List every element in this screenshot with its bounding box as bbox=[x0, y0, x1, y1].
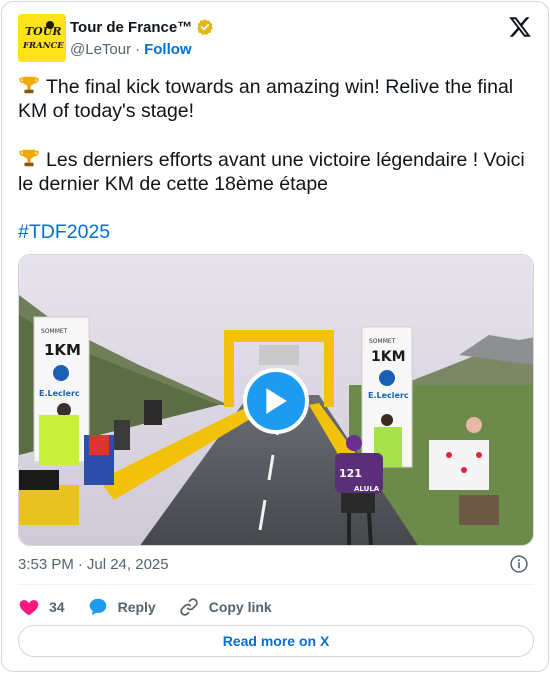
copy-link-label: Copy link bbox=[208, 599, 272, 615]
divider bbox=[18, 584, 534, 585]
reply-button[interactable]: Reply bbox=[87, 596, 156, 618]
tweet-text: The final kick towards an amazing win! R… bbox=[18, 74, 534, 244]
tweet-actions: 34 Reply Copy link bbox=[18, 594, 294, 620]
trophy-icon bbox=[18, 147, 42, 169]
trophy-icon bbox=[18, 74, 42, 96]
like-count: 34 bbox=[49, 599, 65, 615]
video-thumbnail[interactable]: SOMMET 1KM E.Leclerc SOMMET 1KM E.Lecler… bbox=[18, 254, 534, 546]
verified-badge-icon bbox=[196, 18, 214, 36]
author-avatar[interactable]: TOUR FRANCE bbox=[18, 14, 66, 62]
tweet-timestamp[interactable]: 3:53 PM · Jul 24, 2025 bbox=[18, 556, 169, 573]
play-icon bbox=[266, 388, 287, 414]
reply-bubble-icon bbox=[89, 598, 106, 616]
rider-number: 121 bbox=[339, 467, 362, 480]
link-icon bbox=[179, 598, 198, 616]
avatar-text-bottom: FRANCE bbox=[22, 41, 64, 51]
read-more-button[interactable]: Read more on X bbox=[18, 625, 534, 657]
avatar-text-top: TOUR bbox=[25, 25, 62, 38]
copy-link-button[interactable]: Copy link bbox=[178, 596, 272, 618]
sign-right-km: 1KM bbox=[371, 349, 406, 365]
sign-left-km: 1KM bbox=[44, 341, 81, 359]
info-icon[interactable] bbox=[509, 554, 531, 576]
sign-right-brand: E.Leclerc bbox=[368, 391, 409, 400]
heart-icon bbox=[19, 600, 39, 616]
tweet-paragraph-french: Les derniers efforts avant une victoire … bbox=[18, 147, 534, 196]
tweet-date: Jul 24, 2025 bbox=[86, 556, 169, 573]
tweet-line-french: Les derniers efforts avant une victoire … bbox=[18, 149, 525, 195]
like-button[interactable]: 34 bbox=[18, 596, 65, 618]
tweet-paragraph-english: The final kick towards an amazing win! R… bbox=[18, 74, 534, 123]
handle-separator: · bbox=[135, 41, 141, 58]
embedded-tweet-card: TOUR FRANCE Tour de France™ @LeTour · Fo… bbox=[1, 1, 549, 672]
rider-team: ALULA bbox=[354, 485, 380, 493]
author-handle[interactable]: @LeTour bbox=[70, 41, 131, 58]
sign-left-brand: E.Leclerc bbox=[39, 389, 80, 398]
summit-label-right: SOMMET bbox=[369, 338, 396, 345]
play-button[interactable] bbox=[243, 368, 309, 434]
author-name-row: Tour de France™ bbox=[70, 18, 214, 36]
reply-label: Reply bbox=[117, 599, 156, 615]
x-logo-icon[interactable] bbox=[508, 15, 532, 39]
summit-label-left: SOMMET bbox=[41, 328, 68, 335]
tweet-line-english: The final kick towards an amazing win! R… bbox=[18, 76, 514, 122]
author-handle-row: @LeTour · Follow bbox=[70, 41, 192, 58]
tweet-time: 3:53 PM bbox=[18, 556, 74, 573]
author-display-name[interactable]: Tour de France™ bbox=[70, 19, 192, 36]
timestamp-separator: · bbox=[77, 556, 83, 573]
follow-button[interactable]: Follow bbox=[144, 41, 192, 58]
hashtag-link[interactable]: #TDF2025 bbox=[18, 221, 110, 243]
